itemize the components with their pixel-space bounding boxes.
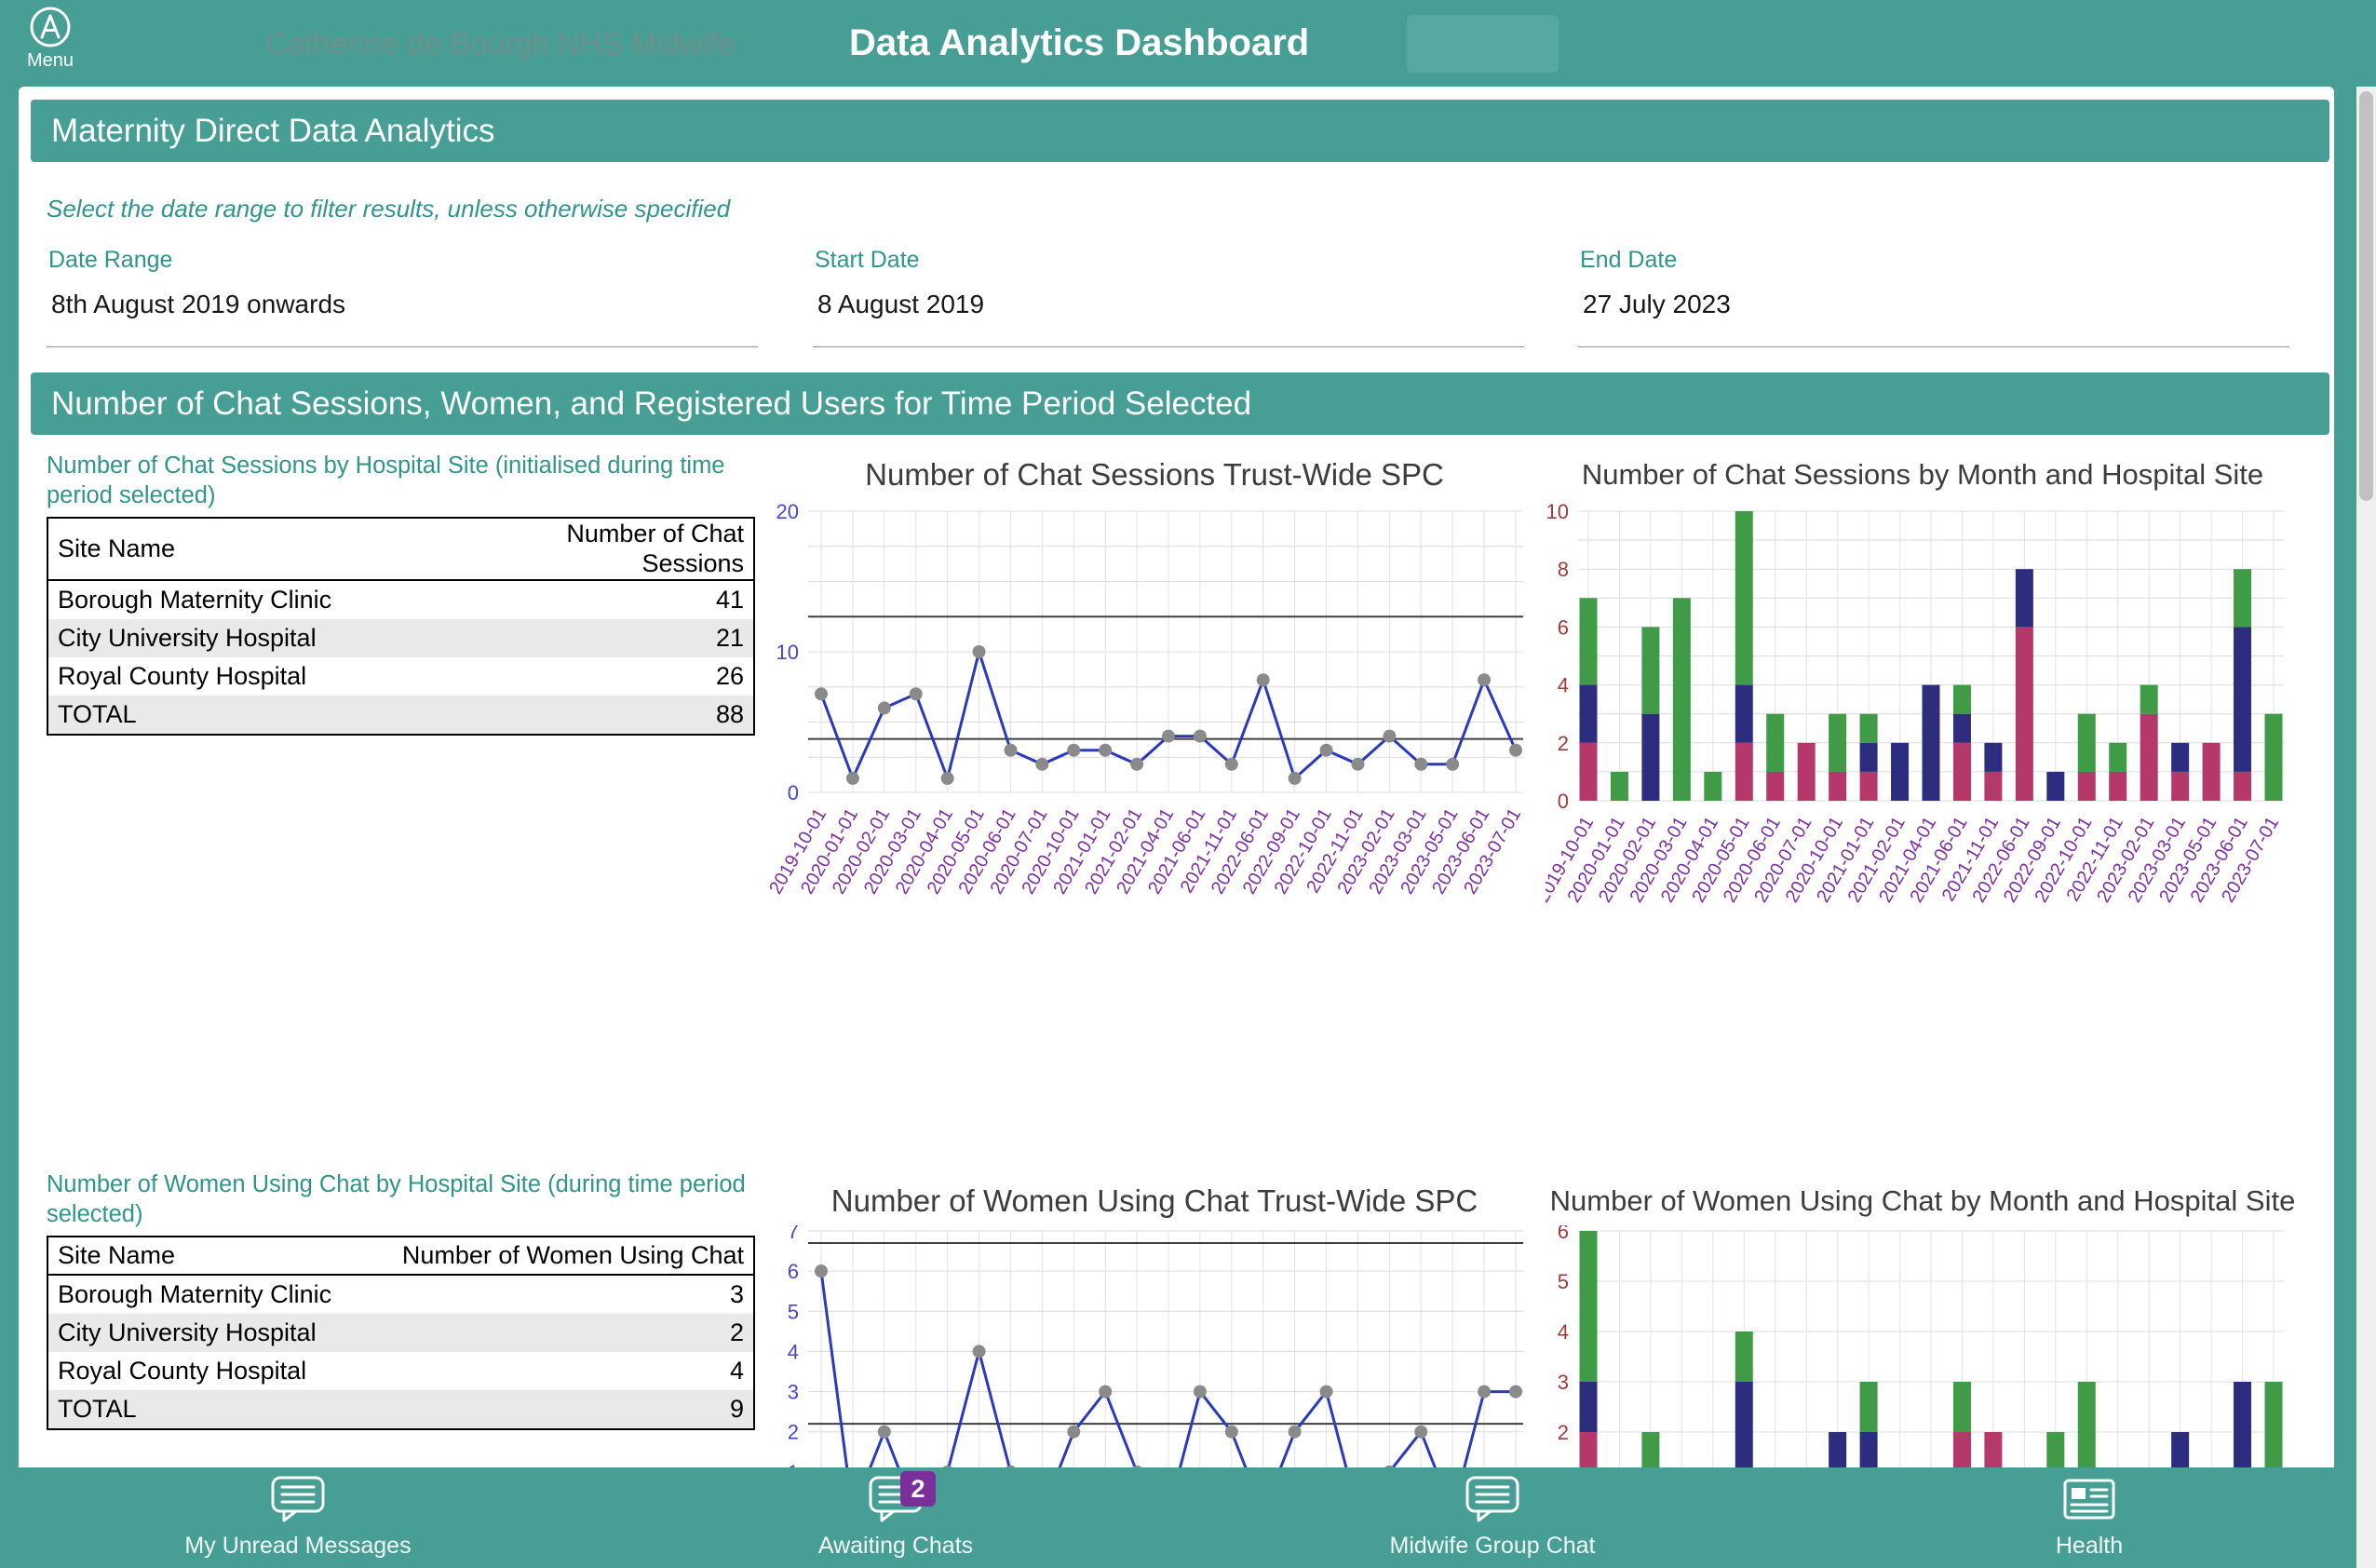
chart-title: Number of Chat Sessions by Month and Hos… [1581, 458, 2264, 491]
app-header: Menu Catherine de Bourgh NHS Midwife Dat… [0, 0, 2376, 87]
table-row: City University Hospital 21 [48, 618, 753, 657]
svg-text:7: 7 [788, 1225, 799, 1243]
women-table-heading: Number of Women Using Chat by Hospital S… [47, 1171, 746, 1227]
nav-awaiting-chats[interactable]: 2 Awaiting Chats [700, 1471, 1091, 1560]
svg-text:3: 3 [1558, 1371, 1569, 1394]
svg-text:4: 4 [788, 1340, 799, 1363]
chat-sessions-table-heading: Number of Chat Sessions by Hospital Site… [47, 453, 725, 508]
start-date-label: Start Date [815, 247, 920, 273]
nav-label: Midwife Group Chat [1389, 1533, 1596, 1559]
svg-text:0: 0 [1558, 790, 1569, 813]
svg-text:3: 3 [788, 1381, 799, 1404]
svg-text:20: 20 [776, 500, 799, 523]
start-date-field: Start Date 8 August 2019 [813, 247, 1524, 347]
nav-unread-messages[interactable]: My Unread Messages [102, 1475, 493, 1560]
section-header-filters: Maternity Direct Data Analytics [31, 100, 2329, 162]
chat-bubble-icon [269, 1475, 327, 1528]
chat-bubble-icon: 2 [867, 1471, 936, 1528]
svg-text:6: 6 [1558, 615, 1569, 639]
svg-text:6: 6 [788, 1260, 799, 1283]
svg-text:8: 8 [1558, 558, 1569, 581]
svg-text:5: 5 [1558, 1270, 1569, 1293]
svg-text:10: 10 [776, 641, 799, 664]
sessions-by-site-chart: Number of Chat Sessions by Month and Hos… [1546, 454, 2300, 965]
app: Menu Catherine de Bourgh NHS Midwife Dat… [0, 0, 2376, 1568]
end-date-value[interactable]: 27 July 2023 [1578, 290, 2289, 319]
svg-text:2: 2 [1558, 732, 1569, 755]
filter-note: Select the date range to filter results,… [47, 195, 731, 223]
page-title: Data Analytics Dashboard [849, 22, 1310, 63]
svg-text:10: 10 [1546, 500, 1569, 523]
table-row: Royal County Hospital 4 [58, 1357, 744, 1386]
table-row: Borough Maternity Clinic 3 [58, 1280, 744, 1309]
date-range-label: Date Range [48, 247, 173, 273]
nav-label: Health [2055, 1533, 2124, 1559]
bottom-nav: My Unread Messages 2 Awaiting Chats Midw… [0, 1467, 2376, 1568]
svg-text:4: 4 [1558, 1320, 1569, 1344]
app-logo-icon [30, 7, 71, 47]
table-header-row: Site Name Number of Women Using Chat [48, 1237, 753, 1276]
menu-button[interactable]: Menu [15, 5, 86, 72]
svg-text:6: 6 [1558, 1225, 1569, 1243]
svg-text:2: 2 [1558, 1421, 1569, 1444]
end-date-field: End Date 27 July 2023 [1578, 247, 2289, 347]
nav-label: My Unread Messages [184, 1533, 412, 1559]
section-header-sessions: Number of Chat Sessions, Women, and Regi… [31, 372, 2329, 435]
table-row: TOTAL 9 [48, 1390, 753, 1428]
table-row: TOTAL 88 [48, 695, 753, 734]
nav-health[interactable]: Health [1894, 1475, 2285, 1560]
table-row: Royal County Hospital 26 [58, 662, 744, 691]
svg-text:5: 5 [788, 1300, 799, 1323]
nav-label: Awaiting Chats [817, 1533, 974, 1559]
table-header-row: Site Name Number of Chat Sessions [48, 519, 753, 581]
scrollbar-thumb[interactable] [2359, 91, 2373, 501]
start-date-value[interactable]: 8 August 2019 [813, 290, 1524, 319]
header-button[interactable] [1407, 15, 1559, 73]
spc-sessions-plot: 010202019-10-012020-01-012020-02-012020-… [765, 500, 1525, 898]
end-date-label: End Date [1580, 247, 1678, 273]
chart-title: Number of Women Using Chat by Month and … [1549, 1184, 2296, 1217]
table-row: City University Hospital 2 [48, 1314, 753, 1352]
chat-sessions-table: Site Name Number of Chat Sessions Borough … [47, 517, 755, 736]
content-panel: Maternity Direct Data Analytics Select t… [19, 87, 2334, 1568]
svg-text:4: 4 [1558, 674, 1569, 697]
svg-text:2: 2 [788, 1421, 799, 1444]
nav-midwife-group-chat[interactable]: Midwife Group Chat [1297, 1475, 1688, 1560]
newspaper-icon [2060, 1475, 2118, 1528]
chat-bubble-icon [1464, 1475, 1521, 1528]
scrollbar-track[interactable] [2356, 87, 2376, 1568]
date-range-value[interactable]: 8th August 2019 onwards [47, 290, 758, 319]
date-range-field: Date Range 8th August 2019 onwards [47, 247, 758, 347]
chart-title: Number of Women Using Chat Trust-Wide SP… [830, 1183, 1478, 1218]
menu-label: Menu [26, 50, 74, 71]
women-table: Site Name Number of Women Using Chat Borou… [47, 1236, 755, 1430]
svg-text:0: 0 [788, 781, 799, 804]
awaiting-chats-badge: 2 [900, 1471, 936, 1507]
chart-title: Number of Chat Sessions Trust-Wide SPC [865, 457, 1444, 492]
spc-sessions-chart: Number of Chat Sessions Trust-Wide SPC 0… [763, 454, 1546, 965]
sessions-by-site-plot: 02468102019-10-012020-01-012020-02-01202… [1546, 500, 2284, 906]
table-row: Borough Maternity Clinic 41 [58, 586, 744, 615]
app-name: Catherine de Bourgh NHS Midwife [265, 26, 736, 61]
